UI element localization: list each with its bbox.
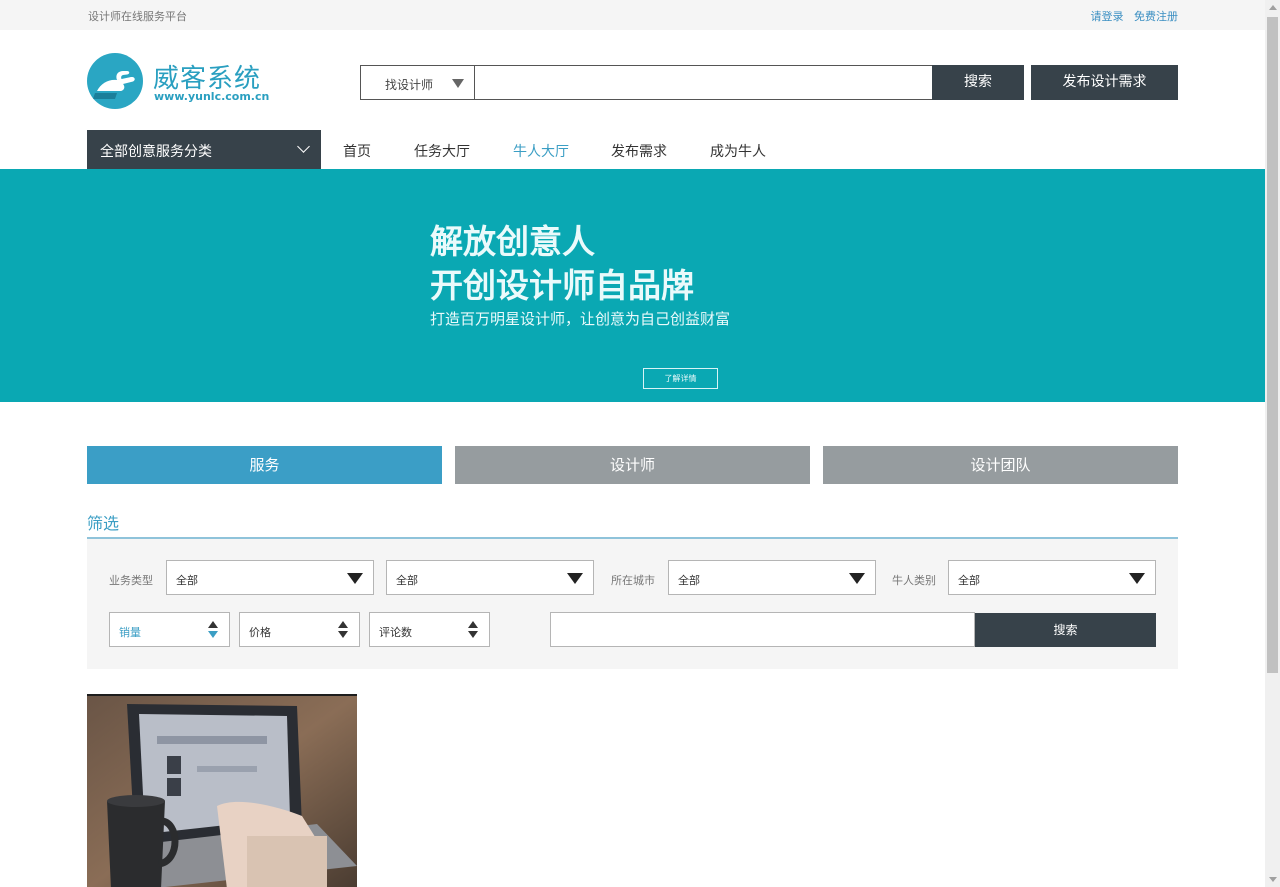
login-link[interactable]: 请登录 [1091,10,1124,23]
keyword-search-input[interactable] [550,612,975,647]
nav-item-home[interactable]: 首页 [343,141,371,161]
nav-item-task-hall[interactable]: 任务大厅 [414,141,470,161]
banner-subtitle: 打造百万明星设计师，让创意为自己创益财富 [430,310,731,328]
header-search-input[interactable] [476,66,932,99]
city-label: 所在城市 [611,574,655,587]
caret-down-icon [1129,573,1145,584]
nav-item-become-expert[interactable]: 成为牛人 [710,141,766,161]
expert-type-label: 牛人类别 [892,574,936,587]
sort-by-reviews[interactable]: 评论数 [369,612,490,647]
sort-price-label: 价格 [249,626,271,639]
category-menu-label: 全部创意服务分类 [100,144,212,160]
sort-sales-label: 销量 [119,626,141,639]
nav-item-expert-hall[interactable]: 牛人大厅 [513,141,569,161]
scroll-down-icon[interactable] [1269,877,1277,882]
sort-arrows-icon [468,621,478,639]
sort-arrows-icon [208,621,218,639]
site-logo[interactable]: 威客系统 www.yunlc.com.cn [87,53,277,111]
city-value: 全部 [678,574,700,587]
scrollbar-thumb[interactable] [1267,17,1278,673]
city-select[interactable]: 全部 [668,560,876,595]
sort-reviews-label: 评论数 [379,626,412,639]
business-type-value: 全部 [176,574,198,587]
keyword-search-button[interactable]: 搜索 [975,613,1156,647]
sort-by-sales[interactable]: 销量 [109,612,230,647]
caret-down-icon [567,573,583,584]
scroll-up-icon[interactable] [1269,5,1277,10]
banner-headline-2: 开创设计师自品牌 [430,266,694,305]
sort-arrows-icon [338,621,348,639]
sort-by-price[interactable]: 价格 [239,612,360,647]
service-card-image[interactable] [87,694,357,887]
business-subtype-value: 全部 [396,574,418,587]
search-type-label: 找设计师 [385,78,434,92]
header-search-button[interactable]: 搜索 [932,65,1024,100]
banner-headline-1: 解放创意人 [430,222,595,261]
banner-learn-more-button[interactable]: 了解详情 [643,368,718,389]
business-subtype-select[interactable]: 全部 [386,560,594,595]
tab-designers[interactable]: 设计师 [455,446,810,484]
expert-type-value: 全部 [958,574,980,587]
tab-design-teams[interactable]: 设计团队 [823,446,1178,484]
top-bar: 设计师在线服务平台 请登录 免费注册 [0,0,1265,30]
nav-item-post-demand[interactable]: 发布需求 [611,141,667,161]
register-link[interactable]: 免费注册 [1134,10,1178,23]
category-menu-button[interactable]: 全部创意服务分类 [87,130,321,169]
business-type-label: 业务类型 [109,574,153,587]
post-demand-button[interactable]: 发布设计需求 [1031,65,1178,100]
caret-down-icon [849,573,865,584]
search-type-select[interactable]: 找设计师 [361,66,475,99]
account-links: 请登录 免费注册 [1084,8,1179,24]
expert-type-select[interactable]: 全部 [948,560,1156,595]
filter-title: 筛选 [87,514,120,533]
caret-down-icon [347,573,363,584]
logo-url: www.yunlc.com.cn [154,90,270,103]
logo-mark-icon [87,53,143,109]
header-search: 找设计师 [360,65,933,100]
page-scrollbar[interactable] [1265,0,1280,887]
hero-banner: 解放创意人 开创设计师自品牌 打造百万明星设计师，让创意为自己创益财富 了解详情 [0,169,1265,402]
business-type-select[interactable]: 全部 [166,560,374,595]
filter-panel [87,539,1178,669]
site-slogan: 设计师在线服务平台 [88,10,187,23]
tab-services[interactable]: 服务 [87,446,442,484]
caret-down-icon [452,79,464,88]
chevron-down-icon [297,140,310,153]
